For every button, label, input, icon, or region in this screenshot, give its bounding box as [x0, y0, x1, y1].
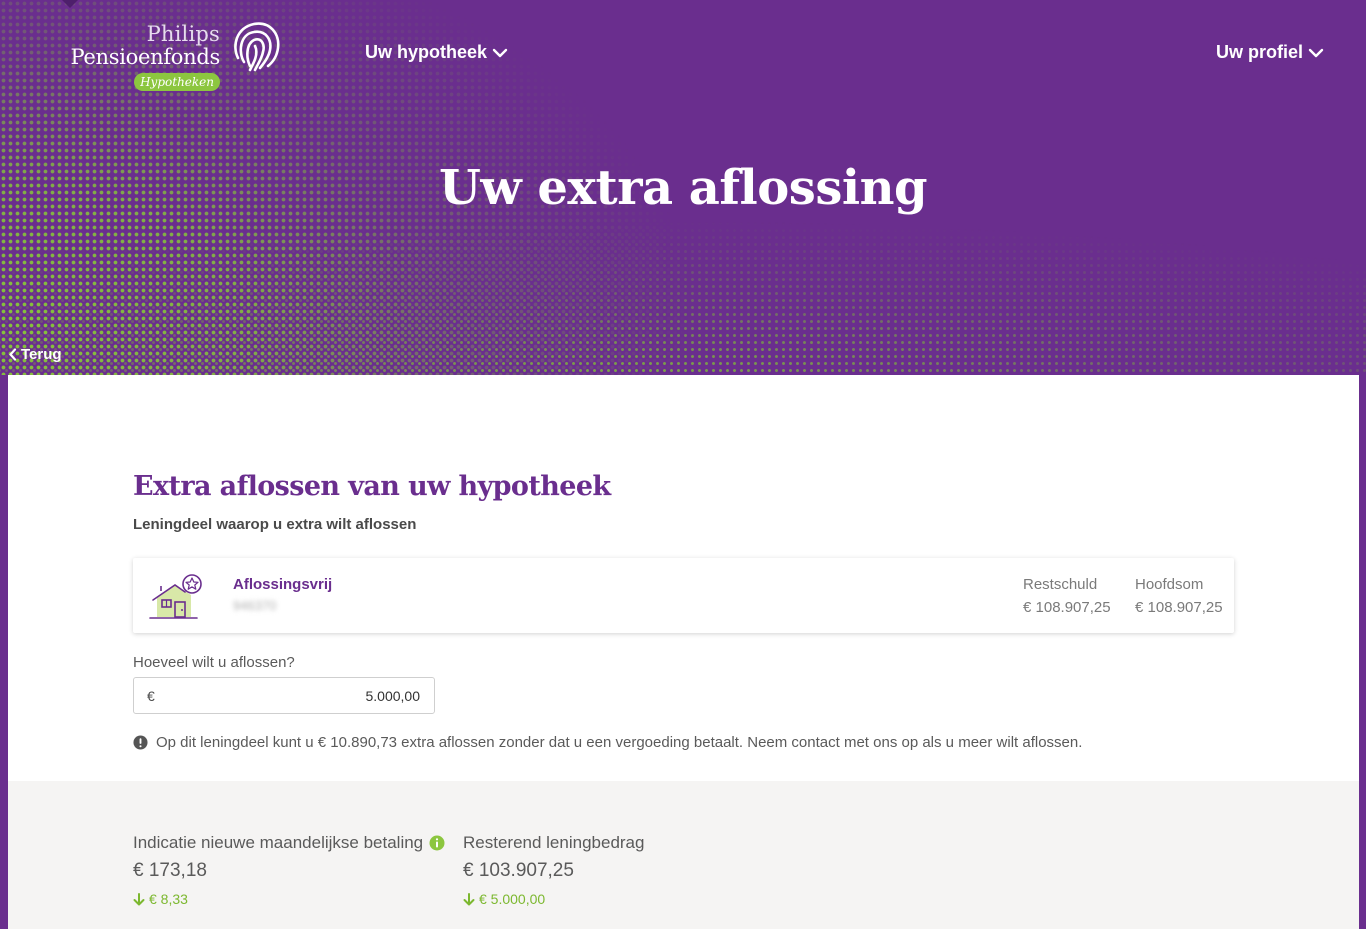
restschuld-value: € 108.907,25 [1023, 599, 1111, 616]
logo[interactable]: Philips Pensioenfonds Hypotheken [70, 18, 282, 94]
back-link[interactable]: Terug [8, 346, 62, 363]
amount-input[interactable]: € 5.000,00 [133, 677, 435, 714]
remaining-loan-label-row: Resterend leningbedrag [463, 833, 644, 853]
hero-header: Philips Pensioenfonds Hypotheken Uw hypo… [0, 0, 1366, 375]
right-edge-border [1359, 375, 1366, 929]
monthly-payment-delta-value: € 8,33 [149, 891, 188, 907]
repayment-notice: Op dit leningdeel kunt u € 10.890,73 ext… [133, 734, 1082, 751]
remaining-loan-delta: € 5.000,00 [463, 891, 644, 907]
section-subtitle: Leningdeel waarop u extra wilt aflossen [133, 516, 417, 533]
back-link-label: Terug [21, 346, 62, 363]
chevron-down-icon [1308, 48, 1324, 57]
amount-currency: € [147, 688, 155, 704]
remaining-loan-metric: Resterend leningbedrag € 103.907,25 € 5.… [463, 833, 644, 907]
arrow-down-icon [133, 892, 145, 905]
monthly-payment-label: Indicatie nieuwe maandelijkse betaling [133, 833, 424, 852]
hoofdsom-label: Hoofdsom [1135, 576, 1204, 593]
loan-part-name: Aflossingsvrij [233, 576, 333, 593]
hoofdsom-value: € 108.907,25 [1135, 599, 1223, 616]
remaining-loan-delta-value: € 5.000,00 [479, 891, 546, 907]
arrow-down-icon [463, 892, 475, 905]
section-title: Extra aflossen van uw hypotheek [133, 471, 611, 502]
logo-philips-text: Philips [146, 22, 220, 46]
repayment-notice-text: Op dit leningdeel kunt u € 10.890,73 ext… [156, 734, 1083, 751]
loan-part-number: 946370 [233, 598, 277, 613]
house-star-icon [149, 574, 202, 619]
info-icon [133, 735, 148, 750]
monthly-payment-delta: € 8,33 [133, 891, 445, 907]
restschuld-label: Restschuld [1023, 576, 1098, 593]
top-notch [62, 0, 78, 8]
monthly-payment-label-row: Indicatie nieuwe maandelijkse betaling [133, 833, 445, 853]
nav-uw-hypotheek[interactable]: Uw hypotheek [365, 42, 508, 63]
main-content: Extra aflossen van uw hypotheek Leningde… [8, 375, 1359, 781]
monthly-payment-metric: Indicatie nieuwe maandelijkse betaling €… [133, 833, 445, 907]
loan-part-card[interactable]: Aflossingsvrij 946370 Restschuld € 108.9… [133, 558, 1234, 633]
logo-pensioenfonds-text: Pensioenfonds [70, 45, 221, 69]
info-icon[interactable] [429, 835, 445, 851]
restschuld-stat: Restschuld € 108.907,25 [1023, 576, 1111, 616]
amount-value[interactable]: 5.000,00 [366, 688, 421, 704]
monthly-payment-value: € 173,18 [133, 860, 207, 881]
nav-uw-profiel[interactable]: Uw profiel [1216, 42, 1324, 63]
nav-uw-profiel-label: Uw profiel [1216, 42, 1304, 62]
summary-section: Indicatie nieuwe maandelijkse betaling €… [8, 781, 1359, 929]
chevron-left-icon [9, 348, 17, 361]
nav-uw-hypotheek-label: Uw hypotheek [365, 42, 488, 62]
chevron-down-icon [492, 48, 508, 57]
amount-label: Hoeveel wilt u aflossen? [133, 654, 295, 671]
hoofdsom-stat: Hoofdsom € 108.907,25 [1135, 576, 1223, 616]
page-title: Uw extra aflossing [438, 160, 928, 216]
fingerprint-logo-icon [234, 22, 280, 72]
remaining-loan-label: Resterend leningbedrag [463, 833, 645, 852]
remaining-loan-value: € 103.907,25 [463, 860, 574, 881]
logo-hypotheken-badge: Hypotheken [134, 73, 220, 91]
